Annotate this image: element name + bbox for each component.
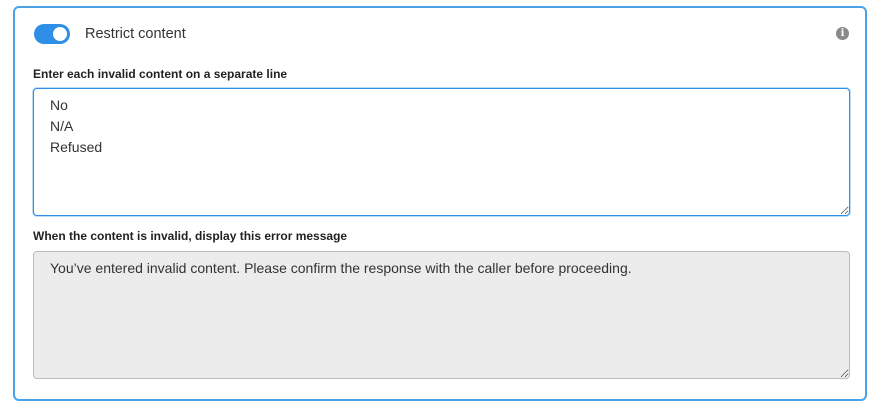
restrict-content-panel: Restrict content i Enter each invalid co… [13, 6, 867, 401]
toggle-knob [53, 27, 67, 41]
invalid-content-textarea[interactable]: No N/A Refused [33, 88, 850, 216]
restrict-content-label: Restrict content [85, 26, 186, 42]
restrict-toggle-row: Restrict content [34, 24, 186, 44]
invalid-list-label: Enter each invalid content on a separate… [33, 67, 288, 81]
error-message-textarea[interactable]: You’ve entered invalid content. Please c… [33, 251, 850, 379]
restrict-content-toggle[interactable] [34, 24, 70, 44]
info-icon[interactable]: i [836, 27, 849, 40]
error-message-label: When the content is invalid, display thi… [33, 229, 348, 243]
